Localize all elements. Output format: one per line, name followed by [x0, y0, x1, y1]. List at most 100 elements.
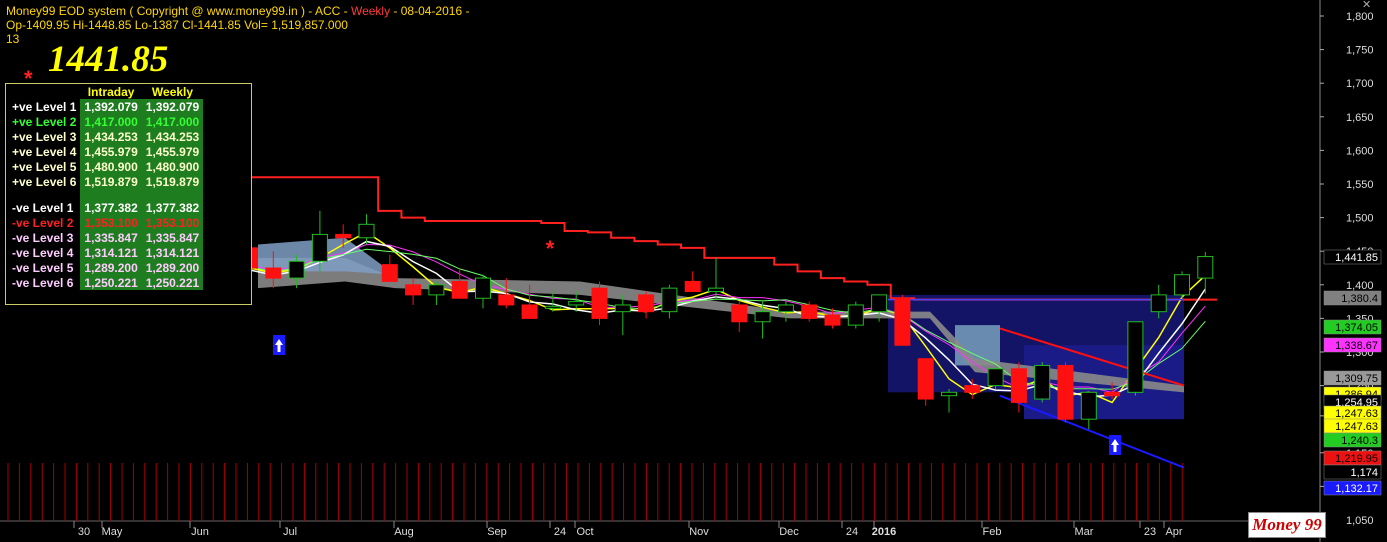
levels-body: +ve Level 1 1,392.079 1,392.079 +ve Level 2…	[8, 99, 204, 290]
candle-body	[777, 304, 794, 313]
level-weekly: 1,417.000	[141, 114, 204, 129]
candle-body	[917, 358, 934, 400]
chart-title: Money99 EOD system ( Copyright @ www.mon…	[6, 4, 469, 18]
level-weekly: 1,314.121	[141, 245, 204, 260]
candle-body	[1080, 391, 1097, 420]
candle-body	[428, 284, 445, 296]
candle-body	[475, 277, 491, 299]
y-tick-label: 1,550	[1346, 179, 1374, 191]
candle-body	[405, 284, 422, 296]
candle-body	[335, 233, 352, 239]
price-label: 1,132.17	[1335, 483, 1378, 495]
y-tick-label: 1,700	[1346, 78, 1374, 90]
level-intraday: 1,250.221	[80, 275, 142, 290]
x-tick-label: 23	[1144, 526, 1156, 538]
level-label: +ve Level 1	[12, 99, 77, 114]
ohlc-line: Op-1409.95 Hi-1448.85 Lo-1387 Cl-1441.85…	[6, 18, 348, 32]
candle-body	[847, 304, 864, 326]
y-tick-label: 1,400	[1346, 280, 1374, 292]
candle-body	[894, 297, 911, 346]
title-prefix: Money99 EOD system ( Copyright @ www.mon…	[6, 4, 351, 18]
candle-body	[1104, 391, 1121, 397]
x-tick-label: Jul	[283, 526, 297, 538]
level-intraday: 1,455.979	[80, 144, 142, 159]
candle-body	[311, 233, 328, 262]
cloud-block	[1092, 405, 1184, 418]
level-row: +ve Level 5 1,480.900 1,480.900	[8, 159, 204, 174]
level-intraday: 1,289.200	[80, 260, 142, 275]
candle-body	[708, 287, 724, 293]
level-row: +ve Level 6 1,519.879 1,519.879	[8, 174, 204, 189]
level-weekly: 1,480.900	[141, 159, 204, 174]
x-tick-label: Nov	[689, 526, 709, 538]
price-label: 1,374.05	[1335, 322, 1378, 334]
candle-body	[451, 280, 468, 299]
candle-body	[544, 305, 561, 309]
price-label: 1,219.95	[1335, 453, 1378, 465]
level-intraday: 1,314.121	[80, 245, 142, 260]
candle-body	[288, 260, 305, 279]
y-tick-label: 1,500	[1346, 213, 1374, 225]
x-tick-label: Feb	[983, 526, 1002, 538]
candle-body	[941, 391, 957, 397]
col-intraday: Intraday	[87, 85, 135, 99]
candle-body	[381, 264, 398, 282]
level-label: -ve Level 1	[12, 200, 74, 215]
level-intraday: 1,353.100	[80, 215, 142, 230]
last-price: 1441.85	[48, 39, 169, 80]
col-weekly: Weekly	[151, 85, 194, 99]
level-label: -ve Level 2	[12, 215, 74, 230]
level-weekly: 1,377.382	[141, 200, 204, 215]
close-icon[interactable]: ✕	[1362, 0, 1371, 11]
level-row: +ve Level 1 1,392.079 1,392.079	[8, 99, 204, 114]
y-tick-label: 1,600	[1346, 145, 1374, 157]
candle-body	[964, 385, 981, 393]
price-label: 1,240.3	[1341, 435, 1378, 447]
time-axis: 30 May Jun Jul Aug Sep 24 Oct Nov Dec 24 2016 Feb Mar…	[73, 521, 1183, 538]
x-tick-label: 24	[846, 526, 858, 538]
level-row: -ve Level 1 1,377.382 1,377.382	[8, 200, 204, 215]
level-weekly: 1,455.979	[141, 144, 204, 159]
level-intraday: 1,392.079	[80, 99, 142, 114]
level-row: -ve Level 3 1,335.847 1,335.847	[8, 230, 204, 245]
x-tick-label: Sep	[487, 526, 507, 538]
level-weekly: 1,335.847	[141, 230, 204, 245]
level-intraday: 1,335.847	[80, 230, 142, 245]
x-tick-label: Jun	[191, 526, 209, 538]
candle-body	[568, 301, 585, 306]
candle-body	[824, 314, 841, 326]
x-tick-label: Apr	[1165, 526, 1182, 538]
candle-body	[591, 287, 608, 319]
level-intraday: 1,434.253	[80, 129, 142, 144]
candle-body	[1197, 256, 1214, 279]
level-row: -ve Level 6 1,250.221 1,250.221	[8, 275, 204, 290]
levels-panel: Intraday Weekly +ve Level 1 1,392.079 1,39…	[5, 83, 252, 305]
star-marker-icon: *	[546, 236, 555, 261]
level-label: +ve Level 4	[12, 144, 77, 159]
level-row: -ve Level 4 1,314.121 1,314.121	[8, 245, 204, 260]
price-label: 1,174	[1350, 467, 1378, 479]
candle-body	[521, 304, 538, 319]
candle-body	[1127, 321, 1144, 393]
candle-body	[684, 280, 701, 293]
candle-body	[638, 294, 655, 313]
money99-logo: Money 99	[1248, 512, 1326, 538]
candle-body	[661, 287, 678, 313]
level-label: -ve Level 5	[12, 260, 74, 275]
title-period: Weekly	[350, 4, 391, 18]
candle-body	[1150, 294, 1167, 313]
candle-body	[358, 223, 375, 239]
x-tick-label: Dec	[779, 526, 799, 538]
price-label: 1,247.63	[1335, 421, 1378, 433]
level-intraday: 1,480.900	[80, 159, 142, 174]
x-tick-label: 30	[78, 526, 90, 538]
y-tick-label: 1,800	[1346, 11, 1374, 23]
level-row: +ve Level 4 1,455.979 1,455.979	[8, 144, 204, 159]
level-label: -ve Level 6	[12, 275, 74, 290]
header-line3: 13	[6, 32, 20, 46]
level-row: +ve Level 3 1,434.253 1,434.253	[8, 129, 204, 144]
level-weekly: 1,250.221	[141, 275, 204, 290]
candle-body	[754, 311, 771, 323]
level-weekly: 1,434.253	[141, 129, 204, 144]
price-label: 1,441.85	[1335, 252, 1378, 264]
